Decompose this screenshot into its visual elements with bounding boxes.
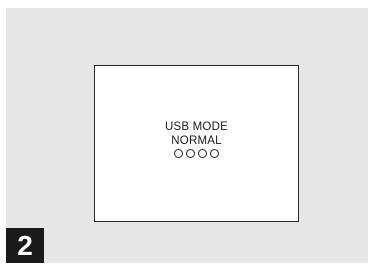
lcd-screen: USB MODE NORMAL <box>94 65 299 222</box>
indicator-circle-1-icon <box>174 149 183 158</box>
usb-mode-label: USB MODE <box>165 121 228 133</box>
mode-value-label: NORMAL <box>171 135 222 147</box>
progress-indicators <box>95 149 298 158</box>
step-number-badge: 2 <box>6 228 44 263</box>
screen-text-block: USB MODE NORMAL <box>95 120 298 158</box>
illustration-panel: USB MODE NORMAL <box>6 8 368 263</box>
indicator-circle-3-icon <box>198 149 207 158</box>
indicator-circle-4-icon <box>210 149 219 158</box>
indicator-circle-2-icon <box>186 149 195 158</box>
